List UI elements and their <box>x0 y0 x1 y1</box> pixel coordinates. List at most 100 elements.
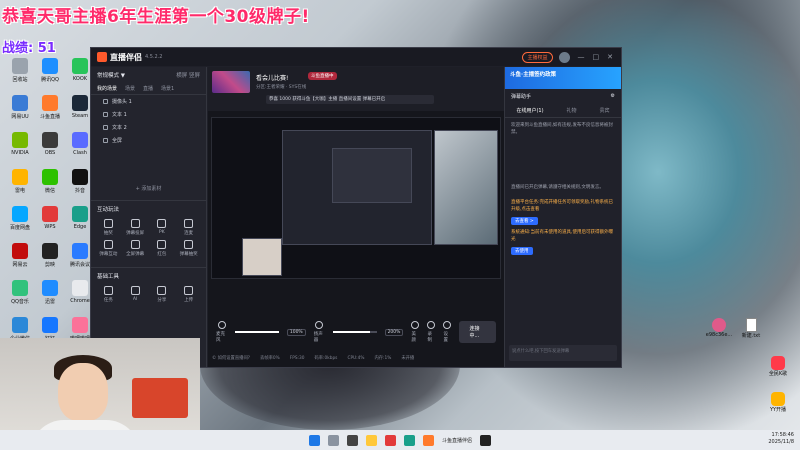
feature-button[interactable]: 弹幕互动 <box>95 240 122 257</box>
mic-volume-slider[interactable] <box>235 331 279 333</box>
room-title[interactable]: 看会儿比赛! <box>256 73 288 82</box>
stream-preview[interactable] <box>211 117 501 279</box>
close-icon[interactable]: ✕ <box>607 53 613 61</box>
feature-label: PK <box>159 230 165 235</box>
wps-icon[interactable] <box>384 434 396 446</box>
feature-label: 连麦 <box>184 231 194 236</box>
settings-label: 设置 <box>443 332 448 343</box>
record-icon <box>427 321 436 329</box>
desktop-file-1[interactable]: e98c36e... <box>700 318 738 338</box>
desktop-file-4[interactable]: YY开播 <box>760 392 796 413</box>
feature-button[interactable]: 弹幕抽奖 <box>175 240 202 257</box>
feature-button[interactable]: 分享 <box>149 286 176 303</box>
taskview-icon[interactable] <box>346 434 358 446</box>
mic-control[interactable]: 麦克风 <box>216 321 227 343</box>
desktop-app-icon <box>72 95 88 111</box>
mode-dropdown[interactable]: 常规模式 ▼ <box>97 71 125 79</box>
desktop-app-icon <box>12 95 28 111</box>
chat-input[interactable]: 说点什么吧,按下回车发送弹幕 <box>509 345 617 361</box>
desktop-app-icon <box>12 58 28 74</box>
anchor-benefit-button[interactable]: 主播权益 <box>522 51 553 63</box>
tab-scene-1[interactable]: 场景1 <box>161 85 174 92</box>
douyu-icon[interactable] <box>422 434 434 446</box>
tab-gifts[interactable]: 礼物 <box>567 107 577 114</box>
chat-message: 系统通知:当前有未使用的道具,使用后可获得额外曝光 <box>511 230 613 242</box>
search-icon[interactable] <box>327 434 339 446</box>
edge-icon[interactable] <box>403 434 415 446</box>
feature-button[interactable]: 上传 <box>175 286 202 303</box>
source-item[interactable]: 摄像头 1 <box>91 95 206 108</box>
desktop-app-icon <box>72 169 88 185</box>
preview-webcam-thumb <box>242 238 282 276</box>
desktop-app-icon <box>12 132 28 148</box>
help-link[interactable]: © 如何设置直播间? <box>212 355 250 361</box>
clock-time: 17:58:46 <box>771 432 794 438</box>
feature-icon <box>130 240 140 249</box>
desktop-app-icon <box>72 132 88 148</box>
start-icon[interactable] <box>308 434 320 446</box>
feature-button[interactable]: 任务 <box>95 286 122 303</box>
feature-label: 弹幕互动 <box>99 252 118 257</box>
feature-icon <box>157 219 167 228</box>
desktop-app-icon <box>42 58 58 74</box>
feature-button[interactable]: PK <box>149 219 176 236</box>
room-thumbnail[interactable] <box>212 71 250 93</box>
use-button[interactable]: 去使用 <box>511 247 533 255</box>
feature-button[interactable]: 红包 <box>149 240 176 257</box>
feature-button[interactable]: 抽奖 <box>95 219 122 236</box>
orientation-toggle[interactable]: 横屏 竖屏 <box>176 71 200 79</box>
record-button[interactable]: 录制 <box>427 321 436 343</box>
speaker-volume-fill <box>333 331 371 333</box>
minimize-icon[interactable]: — <box>578 53 585 61</box>
camera-icon <box>103 99 108 104</box>
speaker-volume-slider[interactable] <box>333 331 377 333</box>
tab-online-users[interactable]: 在线用户(1) <box>516 107 543 114</box>
danmu-helper-title: 弹幕助手 <box>511 94 532 100</box>
add-source-button[interactable]: + 添加素材 <box>91 185 206 192</box>
notice-bar: 恭喜 1000 获得斗鱼【大咖】主播 直播间设置 弹幕已开启 <box>266 95 434 104</box>
system-tray-clock[interactable]: 17:58:46 2025/11/8 <box>768 432 794 446</box>
beauty-button[interactable]: 美颜 <box>411 321 420 343</box>
feature-label: 抽奖 <box>103 231 113 236</box>
cpu-stat: CPU:4% <box>347 355 365 361</box>
explorer-icon[interactable] <box>365 434 377 446</box>
desktop-file-2[interactable]: 新建.txt <box>736 318 766 339</box>
source-item[interactable]: 文本 1 <box>91 108 206 121</box>
feature-icon <box>184 219 194 228</box>
go-live-button[interactable]: 连接中... <box>459 321 496 343</box>
tab-scene[interactable]: 场景 <box>125 85 135 92</box>
maximize-icon[interactable]: □ <box>593 53 600 61</box>
app-icon[interactable] <box>480 434 491 446</box>
mic-volume-value[interactable]: 100% <box>286 328 306 336</box>
tools-grid: 任务 AI 分享 上传 <box>91 284 206 305</box>
feature-label: 弹幕投屏 <box>126 231 145 236</box>
desktop-file-3[interactable]: 全民K歌 <box>760 356 796 377</box>
panel-settings-icon[interactable]: ⚙ <box>611 93 615 100</box>
nested-preview-inner <box>332 148 412 203</box>
feature-button[interactable]: 全屏弹幕 <box>122 240 149 257</box>
source-item[interactable]: 全屏 <box>91 134 206 147</box>
tab-live[interactable]: 直播 <box>143 85 153 92</box>
speaker-volume-value[interactable]: 200% <box>384 328 404 336</box>
settings-button[interactable]: 设置 <box>443 321 452 343</box>
view-button[interactable]: 去查看 > <box>511 217 538 225</box>
promo-banner[interactable]: 斗鱼·主播签约政策 <box>505 67 621 89</box>
speaker-label: 扬声器 <box>313 332 323 343</box>
avatar[interactable] <box>558 51 570 63</box>
feature-button[interactable]: AI <box>122 286 149 303</box>
app-logo-icon <box>97 52 107 62</box>
feature-button[interactable]: 连麦 <box>175 219 202 236</box>
tab-my-scenes[interactable]: 我的场景 <box>97 85 117 92</box>
source-item[interactable]: 文本 2 <box>91 121 206 134</box>
score-overlay: 战绩: 51 <box>2 37 56 56</box>
speaker-control[interactable]: 扬声器 <box>314 321 325 343</box>
desktop-app-icon <box>42 132 58 148</box>
desktop-app-icon <box>12 317 28 333</box>
source-label: 摄像头 1 <box>112 99 132 105</box>
tab-vip[interactable]: 贵宾 <box>599 107 609 114</box>
taskbar-app-label[interactable]: 斗鱼直播伴侣 <box>442 437 472 444</box>
app-titlebar: 直播伴侣 4.5.2.2 主播权益 — □ ✕ <box>91 48 621 66</box>
source-label: 全屏 <box>112 138 123 144</box>
feature-button[interactable]: 弹幕投屏 <box>122 219 149 236</box>
room-meta: 分区:王者荣耀 · SYS在线 <box>256 85 307 90</box>
